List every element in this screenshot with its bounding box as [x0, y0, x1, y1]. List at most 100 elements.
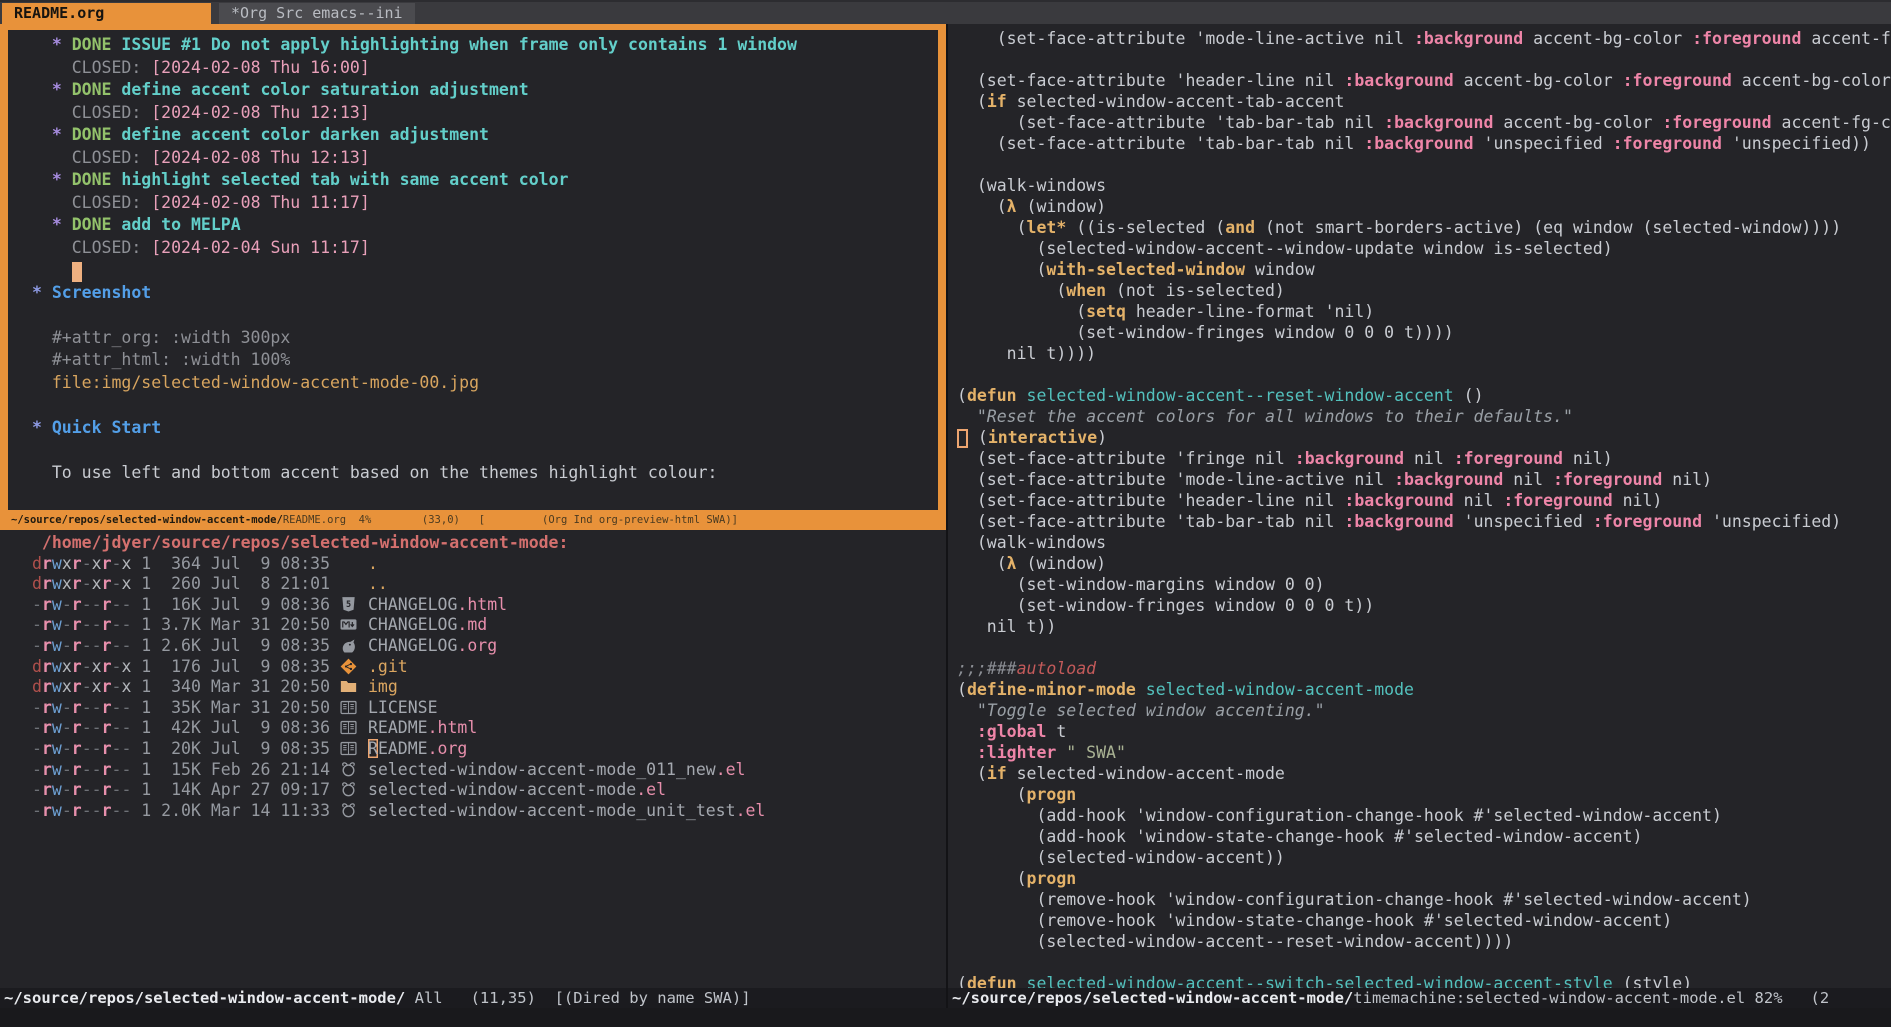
- org-line[interactable]: #+attr_html: :width 100%: [32, 349, 938, 372]
- elisp-line[interactable]: (remove-hook 'window-state-change-hook #…: [957, 910, 1891, 931]
- org-line[interactable]: CLOSED: [2024-02-08 Thu 12:13]: [32, 102, 938, 125]
- tab-readme-org[interactable]: README.org: [2, 3, 211, 24]
- org-line[interactable]: CLOSED: [2024-02-08 Thu 16:00]: [32, 57, 938, 80]
- text-segment: CHANGELOG: [368, 615, 457, 634]
- elisp-line[interactable]: :lighter " SWA": [957, 742, 1891, 763]
- elisp-line[interactable]: (remove-hook 'window-configuration-chang…: [957, 889, 1891, 910]
- elisp-line[interactable]: (λ (window): [957, 196, 1891, 217]
- elisp-line[interactable]: (set-face-attribute 'mode-line-active ni…: [957, 28, 1891, 49]
- elisp-line[interactable]: (set-window-margins window 0 0): [957, 574, 1891, 595]
- elisp-line[interactable]: (progn: [957, 784, 1891, 805]
- elisp-line[interactable]: :global t: [957, 721, 1891, 742]
- org-line[interactable]: #+attr_org: :width 300px: [32, 327, 938, 350]
- elisp-line[interactable]: (if selected-window-accent-mode: [957, 763, 1891, 784]
- elisp-line[interactable]: (progn: [957, 868, 1891, 889]
- org-line[interactable]: * DONE ISSUE #1 Do not apply highlightin…: [32, 34, 938, 57]
- elisp-line[interactable]: (add-hook 'window-state-change-hook #'se…: [957, 826, 1891, 847]
- org-line[interactable]: * DONE add to MELPA: [32, 214, 938, 237]
- dired-row[interactable]: -rw-r--r-- 1 16K Jul 9 08:36 5CHANGELOG.…: [32, 595, 946, 616]
- permission-char: w: [52, 801, 62, 820]
- dired-row[interactable]: -rw-r--r-- 1 14K Apr 27 09:17 selected-w…: [32, 780, 946, 801]
- elisp-line[interactable]: nil t)): [957, 616, 1891, 637]
- elisp-line[interactable]: [957, 364, 1891, 385]
- elisp-line[interactable]: nil t)))): [957, 343, 1891, 364]
- permission-char: r: [42, 760, 52, 779]
- dired-row[interactable]: drwxr-xr-x 1 340 Mar 31 20:50 img: [32, 677, 946, 698]
- elisp-line[interactable]: "Toggle selected window accenting.": [957, 700, 1891, 721]
- permission-char: r: [72, 657, 82, 676]
- org-line[interactable]: [32, 304, 938, 327]
- elisp-line[interactable]: (define-minor-mode selected-window-accen…: [957, 679, 1891, 700]
- text-segment: nil t)))): [957, 344, 1096, 363]
- permission-char: -: [62, 760, 72, 779]
- elisp-buffer[interactable]: (set-face-attribute 'mode-line-active ni…: [948, 24, 1891, 988]
- echo-area[interactable]: [0, 1008, 1891, 1027]
- dired-row[interactable]: -rw-r--r-- 1 35K Mar 31 20:50 LICENSE: [32, 698, 946, 719]
- elisp-line[interactable]: (let* ((is-selected (and (not smart-bord…: [957, 217, 1891, 238]
- elisp-line[interactable]: (set-face-attribute 'mode-line-active ni…: [957, 469, 1891, 490]
- elisp-line[interactable]: (set-face-attribute 'header-line nil :ba…: [957, 490, 1891, 511]
- elisp-line[interactable]: (set-face-attribute 'header-line nil :ba…: [957, 70, 1891, 91]
- elisp-line[interactable]: (set-window-fringes window 0 0 0 t)))): [957, 322, 1891, 343]
- org-line[interactable]: [32, 259, 938, 282]
- org-line[interactable]: [32, 439, 938, 462]
- elisp-line[interactable]: (set-face-attribute 'tab-bar-tab nil :ba…: [957, 133, 1891, 154]
- elisp-line[interactable]: (walk-windows: [957, 532, 1891, 553]
- dired-mode-line[interactable]: ~/source/repos/selected-window-accent-mo…: [0, 988, 946, 1008]
- elisp-line[interactable]: (if selected-window-accent-tab-accent: [957, 91, 1891, 112]
- org-line[interactable]: To use left and bottom accent based on t…: [32, 462, 938, 485]
- permission-char: -: [32, 718, 42, 737]
- elisp-line[interactable]: (with-selected-window window: [957, 259, 1891, 280]
- org-line[interactable]: * DONE highlight selected tab with same …: [32, 169, 938, 192]
- elisp-line[interactable]: (setq header-line-format 'nil): [957, 301, 1891, 322]
- tab--org-src-emacs-ini[interactable]: *Org Src emacs--ini: [219, 3, 415, 24]
- dired-row[interactable]: -rw-r--r-- 1 42K Jul 9 08:36 README.html: [32, 718, 946, 739]
- dired-row[interactable]: drwxr-xr-x 1 176 Jul 9 08:35 .git: [32, 657, 946, 678]
- dired-buffer[interactable]: /home/jdyer/source/repos/selected-window…: [0, 530, 946, 988]
- elisp-line[interactable]: (selected-window-accent--window-update w…: [957, 238, 1891, 259]
- org-buffer[interactable]: * DONE ISSUE #1 Do not apply highlightin…: [8, 30, 938, 510]
- elisp-line[interactable]: [957, 154, 1891, 175]
- dired-row[interactable]: -rw-r--r-- 1 2.0K Mar 14 11:33 selected-…: [32, 801, 946, 822]
- elisp-line[interactable]: (walk-windows: [957, 175, 1891, 196]
- elisp-line[interactable]: (defun selected-window-accent--switch-se…: [957, 973, 1891, 988]
- elisp-line[interactable]: (defun selected-window-accent--reset-win…: [957, 385, 1891, 406]
- elisp-line[interactable]: [957, 952, 1891, 973]
- org-line[interactable]: * Screenshot: [32, 282, 938, 305]
- elisp-line[interactable]: (selected-window-accent--reset-window-ac…: [957, 931, 1891, 952]
- org-line[interactable]: * DONE define accent color saturation ad…: [32, 79, 938, 102]
- org-line[interactable]: file:img/selected-window-accent-mode-00.…: [32, 372, 938, 395]
- elisp-line[interactable]: (when (not is-selected): [957, 280, 1891, 301]
- elisp-line[interactable]: (set-face-attribute 'fringe nil :backgro…: [957, 448, 1891, 469]
- elisp-mode-line[interactable]: ~/source/repos/selected-window-accent-mo…: [948, 988, 1891, 1008]
- org-line[interactable]: * Quick Start: [32, 417, 938, 440]
- elisp-line[interactable]: [957, 637, 1891, 658]
- elisp-line[interactable]: (set-face-attribute 'tab-bar-tab nil :ba…: [957, 511, 1891, 532]
- dired-row[interactable]: -rw-r--r-- 1 3.7K Mar 31 20:50 CHANGELOG…: [32, 615, 946, 636]
- org-line[interactable]: CLOSED: [2024-02-08 Thu 12:13]: [32, 147, 938, 170]
- elisp-line[interactable]: (add-hook 'window-configuration-change-h…: [957, 805, 1891, 826]
- gnu-icon: [340, 760, 368, 781]
- elisp-line[interactable]: (set-window-fringes window 0 0 0 t)): [957, 595, 1891, 616]
- elisp-line[interactable]: (set-face-attribute 'tab-bar-tab nil :ba…: [957, 112, 1891, 133]
- text-segment: (: [957, 386, 967, 405]
- dired-row[interactable]: -rw-r--r-- 1 15K Feb 26 21:14 selected-w…: [32, 760, 946, 781]
- permission-char: r: [42, 636, 52, 655]
- elisp-line[interactable]: "Reset the accent colors for all windows…: [957, 406, 1891, 427]
- org-line[interactable]: * DONE define accent color darken adjust…: [32, 124, 938, 147]
- org-mode-line[interactable]: ~/source/repos/selected-window-accent-mo…: [8, 510, 938, 530]
- org-line[interactable]: [32, 394, 938, 417]
- elisp-line[interactable]: ;;;###autoload: [957, 658, 1891, 679]
- dired-row[interactable]: -rw-r--r-- 1 20K Jul 9 08:35 README.org: [32, 739, 946, 760]
- dired-row[interactable]: -rw-r--r-- 1 2.6K Jul 9 08:35 CHANGELOG.…: [32, 636, 946, 657]
- org-line[interactable]: CLOSED: [2024-02-08 Thu 11:17]: [32, 192, 938, 215]
- elisp-line[interactable]: (λ (window): [957, 553, 1891, 574]
- text-segment: img: [368, 677, 398, 696]
- dired-row[interactable]: drwxr-xr-x 1 260 Jul 8 21:01 ..: [32, 574, 946, 595]
- org-line[interactable]: CLOSED: [2024-02-04 Sun 11:17]: [32, 237, 938, 260]
- elisp-line[interactable]: (selected-window-accent)): [957, 847, 1891, 868]
- elisp-line[interactable]: (interactive): [957, 427, 1891, 448]
- elisp-line[interactable]: [957, 49, 1891, 70]
- dired-row[interactable]: drwxr-xr-x 1 364 Jul 9 08:35 .: [32, 554, 946, 575]
- text-segment: (not is-selected): [1106, 281, 1285, 300]
